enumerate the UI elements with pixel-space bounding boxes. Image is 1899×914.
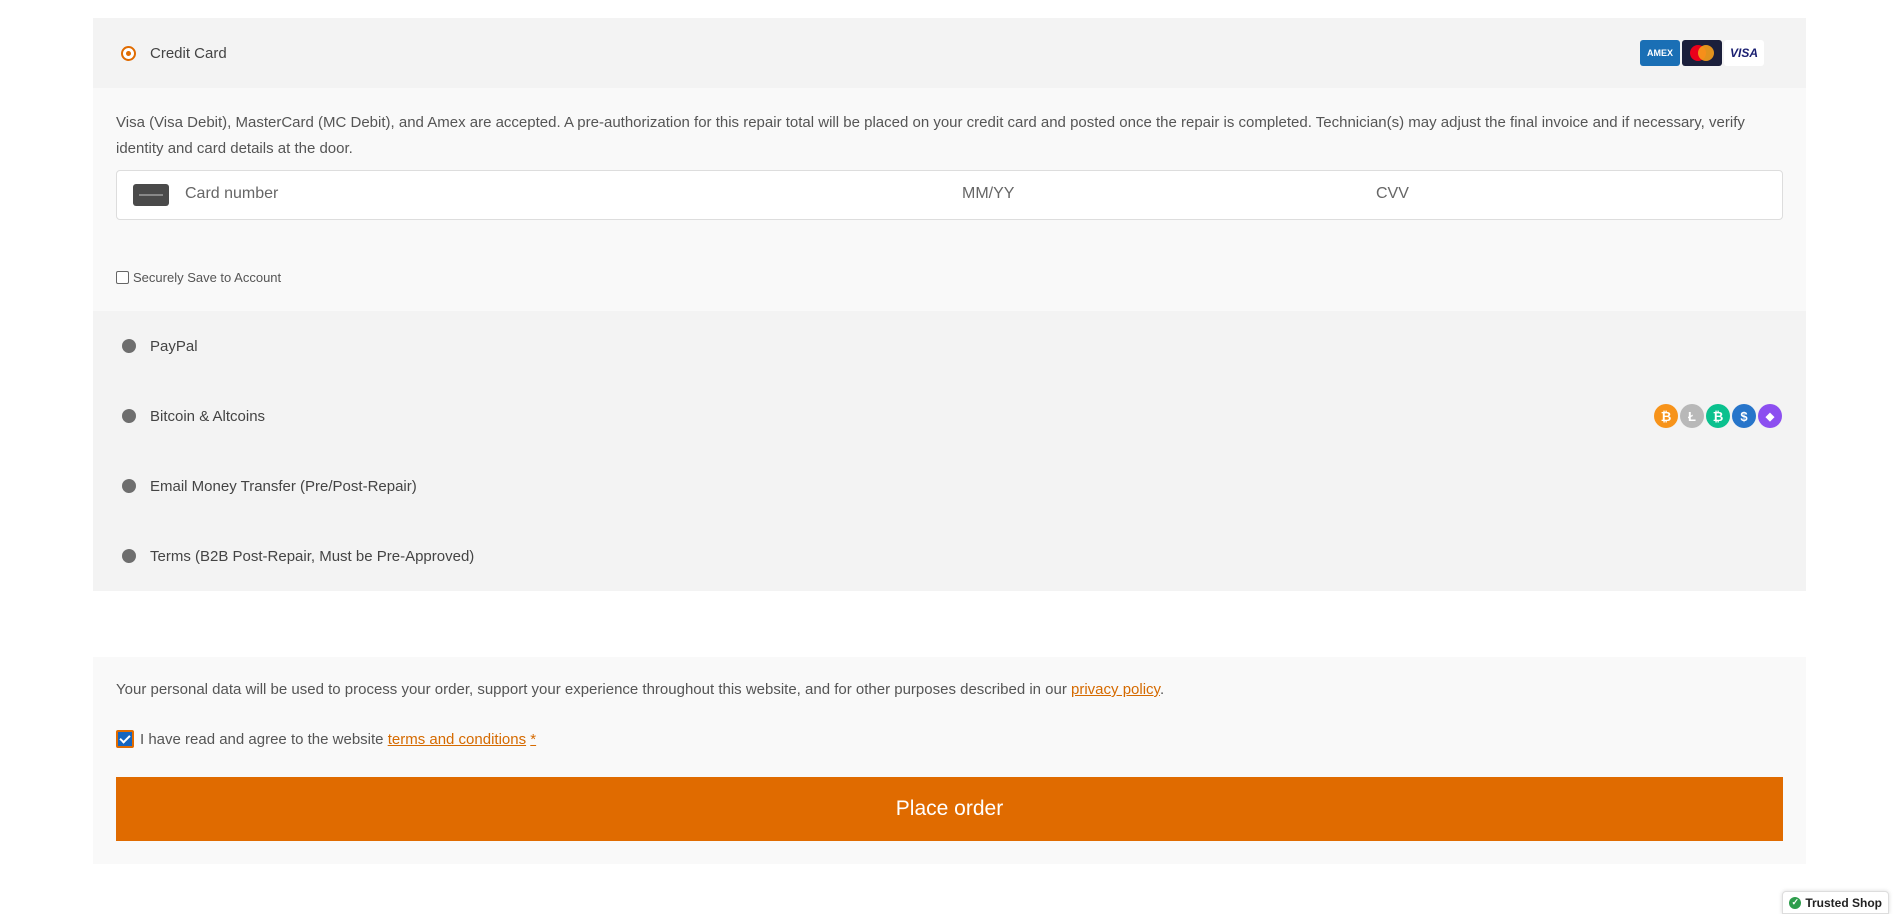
bitcoin-cash-icon: ₿ xyxy=(1706,404,1730,428)
trusted-shop-label: Trusted Shop xyxy=(1805,895,1882,910)
trusted-shop-badge[interactable]: ✓ Trusted Shop xyxy=(1782,891,1889,914)
card-number-input[interactable]: Card number xyxy=(185,185,278,203)
credit-card-description: Visa (Visa Debit), MasterCard (MC Debit)… xyxy=(116,114,1745,157)
email-transfer-radio[interactable] xyxy=(122,479,136,493)
usdc-icon: $ xyxy=(1732,404,1756,428)
save-to-account[interactable]: Securely Save to Account xyxy=(116,270,1783,285)
cvv-input[interactable]: CVV xyxy=(1376,185,1409,203)
payment-box: Credit Card AMEX VISA Visa (Visa Debit),… xyxy=(93,18,1806,591)
paypal-label[interactable]: PayPal xyxy=(150,338,198,355)
credit-card-radio[interactable] xyxy=(121,45,136,61)
credit-card-panel: Visa (Visa Debit), MasterCard (MC Debit)… xyxy=(93,88,1806,311)
card-input-field[interactable]: Card number MM/YY CVV xyxy=(116,170,1783,220)
method-terms[interactable]: Terms (B2B Post-Repair, Must be Pre-Appr… xyxy=(93,521,1806,591)
privacy-policy-link[interactable]: privacy policy xyxy=(1071,681,1160,698)
amex-icon: AMEX xyxy=(1640,40,1680,66)
crypto-label[interactable]: Bitcoin & Altcoins xyxy=(150,408,265,425)
expiry-input[interactable]: MM/YY xyxy=(962,185,1014,203)
mastercard-icon xyxy=(1682,40,1722,66)
method-credit-card[interactable]: Credit Card AMEX VISA xyxy=(93,18,1806,88)
method-email-transfer[interactable]: Email Money Transfer (Pre/Post-Repair) xyxy=(93,451,1806,521)
terms-agreement[interactable]: I have read and agree to the website ter… xyxy=(116,730,536,748)
credit-card-label[interactable]: Credit Card xyxy=(150,45,227,62)
bitcoin-icon: ₿ xyxy=(1654,404,1678,428)
privacy-text: Your personal data will be used to proce… xyxy=(116,681,1072,698)
terms-and-conditions-link[interactable]: terms and conditions xyxy=(388,731,526,748)
terms-method-label[interactable]: Terms (B2B Post-Repair, Must be Pre-Appr… xyxy=(150,548,474,565)
place-order-button[interactable]: Place order xyxy=(116,777,1783,841)
method-paypal[interactable]: PayPal xyxy=(93,311,1806,381)
card-brand-icons: AMEX VISA xyxy=(1640,40,1764,66)
privacy-notice: Your personal data will be used to proce… xyxy=(116,681,1164,698)
credit-card-icon xyxy=(133,184,169,206)
required-marker: * xyxy=(530,730,537,748)
crypto-icons: ₿ Ł ₿ $ ◆ xyxy=(1654,404,1782,428)
method-crypto[interactable]: Bitcoin & Altcoins ₿ Ł ₿ $ ◆ xyxy=(93,381,1806,451)
privacy-period: . xyxy=(1159,681,1165,698)
terms-agree-text: I have read and agree to the website xyxy=(140,730,384,748)
check-icon: ✓ xyxy=(1789,896,1802,909)
email-transfer-label[interactable]: Email Money Transfer (Pre/Post-Repair) xyxy=(150,478,417,495)
save-to-account-checkbox[interactable] xyxy=(116,271,129,284)
terms-radio[interactable] xyxy=(122,549,136,563)
paypal-radio[interactable] xyxy=(122,339,136,353)
ethereum-icon: ◆ xyxy=(1758,404,1782,428)
payment-methods: Credit Card AMEX VISA Visa (Visa Debit),… xyxy=(93,18,1806,591)
crypto-radio[interactable] xyxy=(122,409,136,423)
terms-checkbox[interactable] xyxy=(116,730,134,748)
order-terms-section: Your personal data will be used to proce… xyxy=(93,657,1806,864)
litecoin-icon: Ł xyxy=(1680,404,1704,428)
save-to-account-label: Securely Save to Account xyxy=(133,270,282,285)
visa-icon: VISA xyxy=(1724,40,1764,66)
